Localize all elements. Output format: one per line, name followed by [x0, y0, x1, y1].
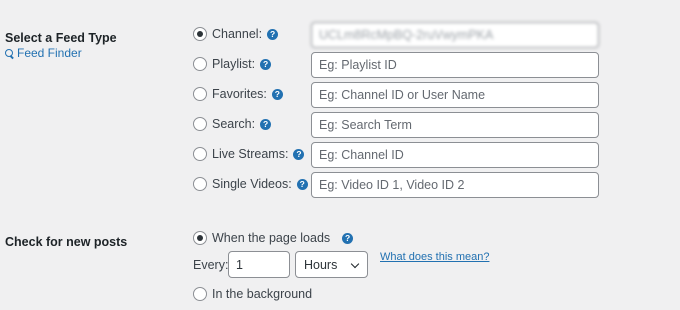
question-mark-circle-icon[interactable]: ? — [296, 178, 308, 190]
channel-radio[interactable] — [193, 27, 207, 41]
search-label: Search: — [212, 117, 256, 131]
background-radio[interactable] — [193, 287, 207, 301]
single-videos-radio[interactable] — [193, 177, 207, 191]
playlist-id-input[interactable] — [311, 52, 599, 78]
option-single-videos[interactable]: Single Videos: ? — [193, 171, 308, 197]
feed-type-heading: Select a Feed Type — [5, 31, 117, 45]
page-loads-radio[interactable] — [193, 231, 207, 245]
option-channel[interactable]: Channel: ? — [193, 21, 279, 47]
live-streams-label: Live Streams: — [212, 147, 289, 161]
channel-id-input[interactable] — [311, 22, 599, 48]
playlist-label: Playlist: — [212, 57, 256, 71]
single-videos-input[interactable] — [311, 172, 599, 198]
option-playlist[interactable]: Playlist: ? — [193, 51, 272, 77]
search-icon — [5, 48, 14, 58]
check-posts-heading: Check for new posts — [5, 235, 128, 249]
feed-finder-link[interactable]: Feed Finder — [5, 46, 82, 60]
favorites-label: Favorites: — [212, 87, 267, 101]
every-label: Every: — [193, 258, 229, 272]
question-mark-circle-icon[interactable]: ? — [271, 88, 283, 100]
question-mark-circle-icon[interactable]: ? — [342, 232, 354, 244]
search-radio[interactable] — [193, 117, 207, 131]
interval-unit-value: Hours — [304, 257, 338, 272]
question-mark-circle-icon[interactable]: ? — [293, 148, 305, 160]
question-mark-circle-icon[interactable]: ? — [267, 28, 279, 40]
option-page-loads[interactable]: When the page loads ? — [193, 225, 354, 251]
chevron-down-icon — [350, 259, 360, 269]
question-mark-circle-icon[interactable]: ? — [260, 58, 272, 70]
background-label: In the background — [212, 287, 313, 301]
page-loads-label: When the page loads — [212, 231, 331, 245]
playlist-radio[interactable] — [193, 57, 207, 71]
option-search[interactable]: Search: ? — [193, 111, 272, 137]
single-videos-label: Single Videos: — [212, 177, 292, 191]
interval-unit-select[interactable]: Hours — [295, 251, 368, 278]
live-streams-input[interactable] — [311, 142, 599, 168]
favorites-input[interactable] — [311, 82, 599, 108]
search-term-input[interactable] — [311, 112, 599, 138]
option-favorites[interactable]: Favorites: ? — [193, 81, 283, 107]
feed-finder-label: Feed Finder — [17, 46, 82, 60]
option-background[interactable]: In the background — [193, 281, 312, 307]
every-number-input[interactable] — [228, 251, 290, 278]
option-live-streams[interactable]: Live Streams: ? — [193, 141, 305, 167]
favorites-radio[interactable] — [193, 87, 207, 101]
what-does-this-mean-link[interactable]: What does this mean? — [380, 251, 489, 263]
channel-label: Channel: — [212, 27, 263, 41]
question-mark-circle-icon[interactable]: ? — [260, 118, 272, 130]
live-streams-radio[interactable] — [193, 147, 207, 161]
